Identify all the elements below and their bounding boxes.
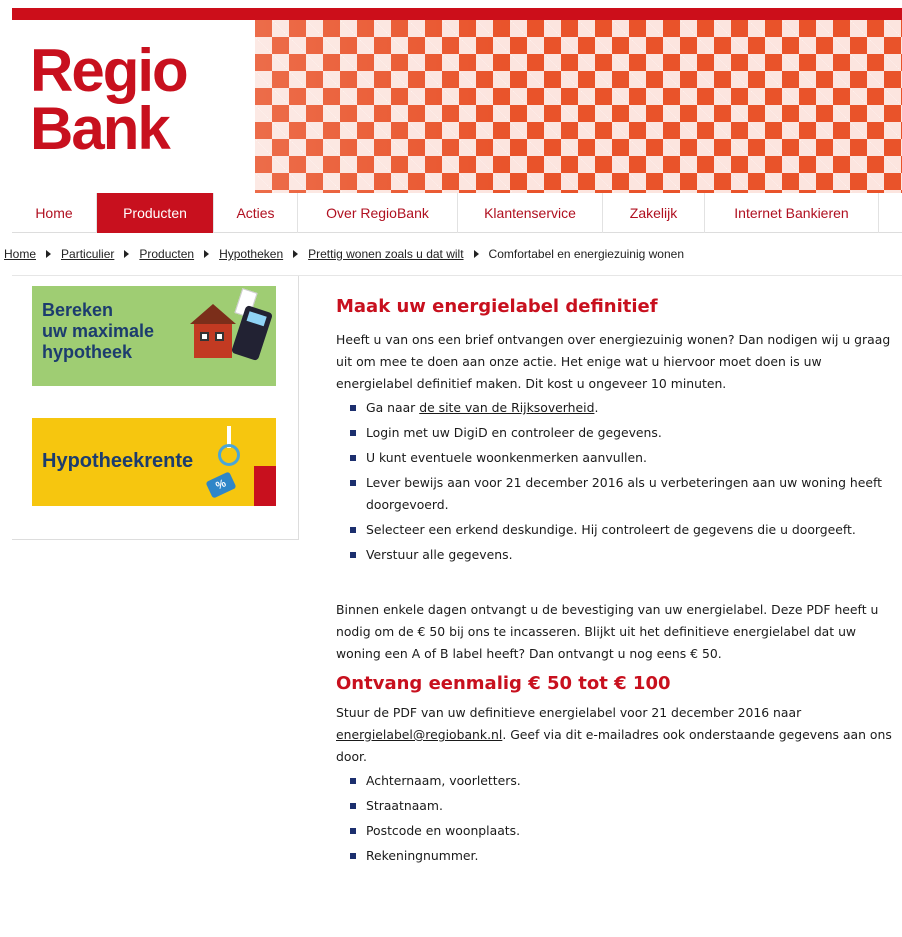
list-item: Lever bewijs aan voor 21 december 2016 a… xyxy=(336,472,896,516)
details-list: Achternaam, voorletters. Straatnaam. Pos… xyxy=(336,770,896,867)
breadcrumb-arrow-icon xyxy=(46,250,52,258)
breadcrumb-hypotheken[interactable]: Hypotheken xyxy=(219,247,283,261)
confirmation-paragraph: Binnen enkele dagen ontvangt u de bevest… xyxy=(336,602,879,661)
nav-zakelijk[interactable]: Zakelijk xyxy=(603,193,705,233)
rijksoverheid-link[interactable]: de site van de Rijksoverheid xyxy=(419,400,594,415)
sidebar: Bereken uw maximale hypotheek Hypotheekr… xyxy=(12,276,299,540)
main-navigation: Home Producten Acties Over RegioBank Kla… xyxy=(12,193,902,233)
nav-over-regiobank[interactable]: Over RegioBank xyxy=(298,193,458,233)
steps-list: Ga naar de site van de Rijksoverheid. Lo… xyxy=(336,397,896,566)
email-link[interactable]: energielabel@regiobank.nl xyxy=(336,727,502,742)
nav-acties[interactable]: Acties xyxy=(214,193,298,233)
main-content: Maak uw energielabel definitief Heeft u … xyxy=(336,296,896,870)
logo-line-2: Bank xyxy=(30,95,171,162)
list-item: Straatnaam. xyxy=(336,795,896,817)
instructions-paragraph: Stuur de PDF van uw definitieve energiel… xyxy=(336,705,892,764)
list-item: U kunt eventuele woonkenmerken aanvullen… xyxy=(336,447,896,469)
list-item: Login met uw DigiD en controleer de gege… xyxy=(336,422,896,444)
breadcrumb-current: Comfortabel en energiezuinig wonen xyxy=(488,247,685,261)
nav-klantenservice[interactable]: Klantenservice xyxy=(458,193,603,233)
breadcrumb-arrow-icon xyxy=(124,250,130,258)
breadcrumb-arrow-icon xyxy=(204,250,210,258)
hero-image-piggy-bank xyxy=(255,20,902,193)
list-item: Achternaam, voorletters. xyxy=(336,770,896,792)
breadcrumb-home[interactable]: Home xyxy=(4,247,36,261)
site-header: Regio Bank xyxy=(12,20,902,193)
nav-home[interactable]: Home xyxy=(12,193,97,233)
nav-producten[interactable]: Producten xyxy=(97,193,214,233)
page-title: Maak uw energielabel definitief xyxy=(336,296,658,317)
banner-bereken-hypotheek[interactable]: Bereken uw maximale hypotheek xyxy=(32,286,276,386)
banner2-label: Hypotheekrente xyxy=(42,450,194,472)
list-item: Rekeningnummer. xyxy=(336,845,896,867)
banner-hypotheekrente[interactable]: Hypotheekrente % xyxy=(32,418,276,506)
breadcrumb: Home Particulier Producten Hypotheken Pretti… xyxy=(4,247,902,261)
list-item: Postcode en woonplaats. xyxy=(336,820,896,842)
house-icon xyxy=(190,304,236,360)
list-item: Selecteer een erkend deskundige. Hij con… xyxy=(336,519,896,541)
list-item: Verstuur alle gegevens. xyxy=(336,544,896,566)
sleeve-decoration xyxy=(254,466,276,506)
logo-line-1: Regio xyxy=(30,37,189,104)
regiobank-logo[interactable]: Regio Bank xyxy=(30,37,189,162)
breadcrumb-arrow-icon xyxy=(293,250,299,258)
top-accent-bar xyxy=(12,8,902,20)
breadcrumb-prettig-wonen[interactable]: Prettig wonen zoals u dat wilt xyxy=(308,247,463,261)
intro-paragraph: Heeft u van ons een brief ontvangen over… xyxy=(336,332,891,391)
breadcrumb-producten[interactable]: Producten xyxy=(139,247,194,261)
section-title: Ontvang eenmalig € 50 tot € 100 xyxy=(336,673,671,694)
breadcrumb-particulier[interactable]: Particulier xyxy=(61,247,114,261)
nav-internet-bankieren[interactable]: Internet Bankieren xyxy=(705,193,879,233)
list-item: Ga naar de site van de Rijksoverheid. xyxy=(336,397,896,419)
breadcrumb-arrow-icon xyxy=(473,250,479,258)
